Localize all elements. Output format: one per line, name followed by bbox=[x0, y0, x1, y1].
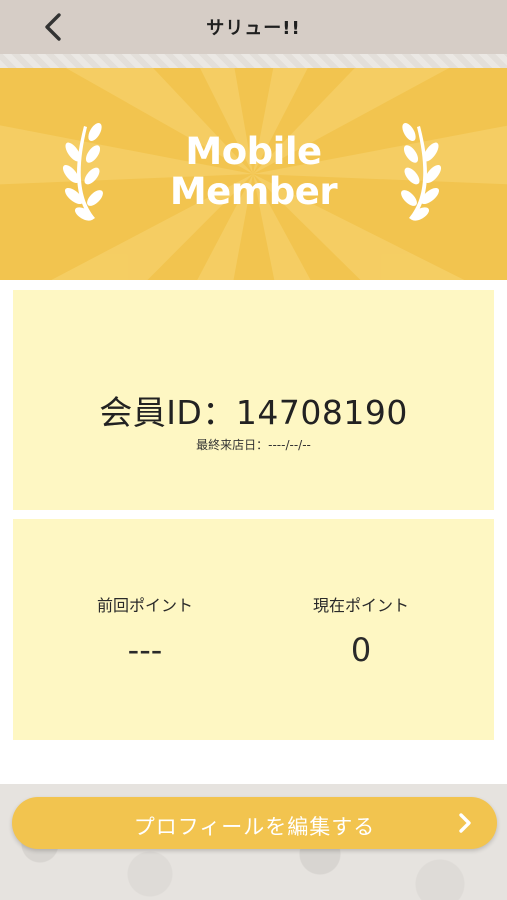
edit-profile-button[interactable]: プロフィールを編集する bbox=[12, 797, 497, 849]
chevron-right-icon bbox=[459, 813, 471, 833]
app-title: サリュー!! bbox=[206, 18, 301, 39]
banner-title: Mobile Member bbox=[0, 132, 507, 212]
previous-points-label: 前回ポイント bbox=[96, 596, 193, 615]
last-visit: 最終来店日：----/--/-- bbox=[13, 436, 494, 453]
current-points-value: 0 bbox=[350, 631, 372, 669]
member-id-label: 会員ID： bbox=[99, 393, 236, 432]
member-id-value: 14708190 bbox=[235, 393, 408, 432]
last-visit-label: 最終来店日： bbox=[196, 438, 269, 452]
banner-title-line2: Member bbox=[169, 170, 338, 213]
previous-points-value: --- bbox=[127, 631, 163, 669]
last-visit-value: ----/--/-- bbox=[268, 438, 311, 452]
current-points-label: 現在ポイント bbox=[312, 596, 409, 615]
member-id-card: 会員ID：14708190 最終来店日：----/--/-- bbox=[13, 290, 494, 510]
banner-title-line1: Mobile bbox=[185, 130, 322, 173]
points-card: 前回ポイント --- 現在ポイント 0 bbox=[13, 519, 494, 740]
edit-profile-label: プロフィールを編集する bbox=[133, 815, 376, 839]
member-id: 会員ID：14708190 bbox=[13, 386, 494, 434]
main-content: 会員ID：14708190 最終来店日：----/--/-- 前回ポイント --… bbox=[0, 280, 507, 784]
background-strip bbox=[0, 54, 507, 68]
top-bar: サリュー!! bbox=[0, 0, 507, 54]
